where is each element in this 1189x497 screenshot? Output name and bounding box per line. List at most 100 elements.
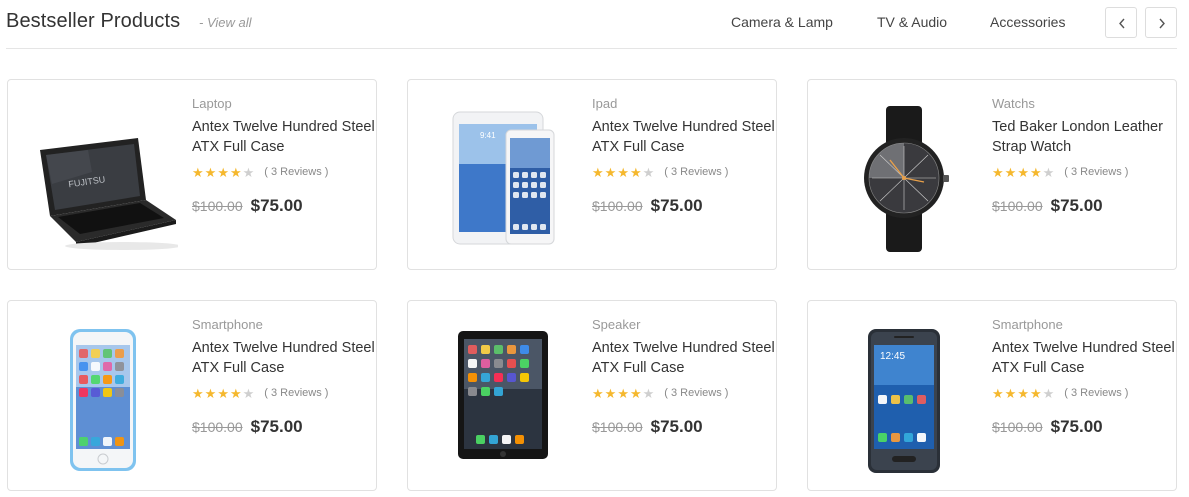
product-info: Speaker Antex Twelve Hundred Steel ATX F… bbox=[592, 317, 777, 437]
star-icon: ★ bbox=[192, 164, 204, 180]
product-category[interactable]: Smartphone bbox=[192, 317, 377, 333]
section-header: Bestseller Products - View all Camera & … bbox=[0, 0, 1189, 50]
product-rating: ★ ★ ★ ★ ★ ( 3 Reviews ) bbox=[592, 165, 777, 179]
star-icon: ★ bbox=[229, 164, 242, 180]
star-icon: ★ bbox=[204, 164, 217, 180]
star-icon: ★ bbox=[992, 385, 1004, 401]
product-card[interactable]: Smartphone Antex Twelve Hundred Steel AT… bbox=[7, 300, 377, 491]
star-icon: ★ bbox=[1017, 164, 1029, 180]
star-empty-icon: ★ bbox=[642, 385, 655, 401]
product-name[interactable]: Antex Twelve Hundred Steel ATX Full Case bbox=[592, 117, 777, 157]
review-count[interactable]: ( 3 Reviews ) bbox=[264, 166, 328, 178]
section-title: Bestseller Products bbox=[6, 10, 181, 32]
product-category[interactable]: Watchs bbox=[992, 96, 1177, 112]
star-icon: ★ bbox=[992, 164, 1004, 180]
star-rating: ★ ★ ★ ★ ★ bbox=[992, 387, 1054, 400]
view-all-link[interactable]: - View all bbox=[199, 15, 252, 30]
star-icon: ★ bbox=[1004, 385, 1017, 401]
product-name[interactable]: Ted Baker London Leather Strap Watch bbox=[992, 117, 1177, 157]
old-price: $100.00 bbox=[192, 198, 243, 214]
watch-image[interactable] bbox=[828, 100, 978, 255]
review-count[interactable]: ( 3 Reviews ) bbox=[264, 387, 328, 399]
product-category[interactable]: Laptop bbox=[192, 96, 377, 112]
prev-button[interactable] bbox=[1105, 7, 1137, 38]
old-price: $100.00 bbox=[992, 198, 1043, 214]
review-count[interactable]: ( 3 Reviews ) bbox=[664, 387, 728, 399]
star-icon: ★ bbox=[629, 164, 642, 180]
current-price: $75.00 bbox=[250, 417, 303, 436]
laptop-image[interactable]: FUJITSU bbox=[28, 100, 178, 255]
current-price: $75.00 bbox=[650, 417, 703, 436]
tab-camera-lamp[interactable]: Camera & Lamp bbox=[731, 14, 833, 30]
star-rating: ★ ★ ★ ★ ★ bbox=[192, 387, 254, 400]
star-rating: ★ ★ ★ ★ ★ bbox=[592, 166, 654, 179]
tab-tv-audio[interactable]: TV & Audio bbox=[877, 14, 947, 30]
tablet-image[interactable] bbox=[428, 321, 578, 476]
product-name[interactable]: Antex Twelve Hundred Steel ATX Full Case bbox=[592, 338, 777, 378]
star-empty-icon: ★ bbox=[242, 385, 255, 401]
star-icon: ★ bbox=[1004, 164, 1017, 180]
next-button[interactable] bbox=[1145, 7, 1177, 38]
star-rating: ★ ★ ★ ★ ★ bbox=[592, 387, 654, 400]
star-icon: ★ bbox=[592, 385, 604, 401]
star-rating: ★ ★ ★ ★ ★ bbox=[992, 166, 1054, 179]
star-icon: ★ bbox=[604, 164, 617, 180]
chevron-right-icon bbox=[1159, 18, 1165, 29]
star-icon: ★ bbox=[617, 385, 629, 401]
product-prices: $100.00 $75.00 bbox=[192, 417, 377, 437]
review-count[interactable]: ( 3 Reviews ) bbox=[1064, 387, 1128, 399]
product-prices: $100.00 $75.00 bbox=[192, 196, 377, 216]
product-prices: $100.00 $75.00 bbox=[592, 417, 777, 437]
product-info: Smartphone Antex Twelve Hundred Steel AT… bbox=[192, 317, 377, 437]
old-price: $100.00 bbox=[192, 419, 243, 435]
header-divider bbox=[6, 48, 1177, 49]
review-count[interactable]: ( 3 Reviews ) bbox=[664, 166, 728, 178]
product-category[interactable]: Speaker bbox=[592, 317, 777, 333]
current-price: $75.00 bbox=[1050, 417, 1103, 436]
product-card[interactable]: 9:41 Ipad Antex Twelve Hundred Steel ATX… bbox=[407, 79, 777, 270]
product-card[interactable]: FUJITSU Laptop Antex Twelve Hundred Stee… bbox=[7, 79, 377, 270]
star-icon: ★ bbox=[192, 385, 204, 401]
product-name[interactable]: Antex Twelve Hundred Steel ATX Full Case bbox=[192, 117, 377, 157]
product-info: Smartphone Antex Twelve Hundred Steel AT… bbox=[992, 317, 1177, 437]
star-empty-icon: ★ bbox=[1042, 385, 1055, 401]
star-icon: ★ bbox=[229, 385, 242, 401]
product-card[interactable]: 12:45 Smartphone Antex Twelve Hundred St… bbox=[807, 300, 1177, 491]
star-icon: ★ bbox=[1029, 385, 1042, 401]
star-empty-icon: ★ bbox=[242, 164, 255, 180]
product-card[interactable]: Speaker Antex Twelve Hundred Steel ATX F… bbox=[407, 300, 777, 491]
iphone-image[interactable] bbox=[28, 321, 178, 476]
chevron-left-icon bbox=[1119, 18, 1125, 29]
star-empty-icon: ★ bbox=[1042, 164, 1055, 180]
current-price: $75.00 bbox=[1050, 196, 1103, 215]
review-count[interactable]: ( 3 Reviews ) bbox=[1064, 166, 1128, 178]
product-info: Watchs Ted Baker London Leather Strap Wa… bbox=[992, 96, 1177, 216]
old-price: $100.00 bbox=[592, 419, 643, 435]
product-card[interactable]: Watchs Ted Baker London Leather Strap Wa… bbox=[807, 79, 1177, 270]
product-rating: ★ ★ ★ ★ ★ ( 3 Reviews ) bbox=[592, 386, 777, 400]
current-price: $75.00 bbox=[650, 196, 703, 215]
current-price: $75.00 bbox=[250, 196, 303, 215]
star-icon: ★ bbox=[217, 164, 229, 180]
old-price: $100.00 bbox=[592, 198, 643, 214]
product-prices: $100.00 $75.00 bbox=[992, 417, 1177, 437]
product-category[interactable]: Ipad bbox=[592, 96, 777, 112]
product-category[interactable]: Smartphone bbox=[992, 317, 1177, 333]
product-name[interactable]: Antex Twelve Hundred Steel ATX Full Case bbox=[192, 338, 377, 378]
star-rating: ★ ★ ★ ★ ★ bbox=[192, 166, 254, 179]
samsung-phone-image[interactable]: 12:45 bbox=[828, 321, 978, 476]
star-icon: ★ bbox=[592, 164, 604, 180]
ipad-image[interactable]: 9:41 bbox=[428, 100, 578, 255]
product-info: Laptop Antex Twelve Hundred Steel ATX Fu… bbox=[192, 96, 377, 216]
svg-text:12:45: 12:45 bbox=[880, 351, 905, 362]
product-name[interactable]: Antex Twelve Hundred Steel ATX Full Case bbox=[992, 338, 1177, 378]
star-icon: ★ bbox=[629, 385, 642, 401]
product-rating: ★ ★ ★ ★ ★ ( 3 Reviews ) bbox=[192, 386, 377, 400]
old-price: $100.00 bbox=[992, 419, 1043, 435]
star-icon: ★ bbox=[1029, 164, 1042, 180]
product-rating: ★ ★ ★ ★ ★ ( 3 Reviews ) bbox=[992, 165, 1177, 179]
star-icon: ★ bbox=[617, 164, 629, 180]
star-icon: ★ bbox=[217, 385, 229, 401]
svg-text:9:41: 9:41 bbox=[480, 131, 496, 140]
tab-accessories[interactable]: Accessories bbox=[990, 14, 1065, 30]
